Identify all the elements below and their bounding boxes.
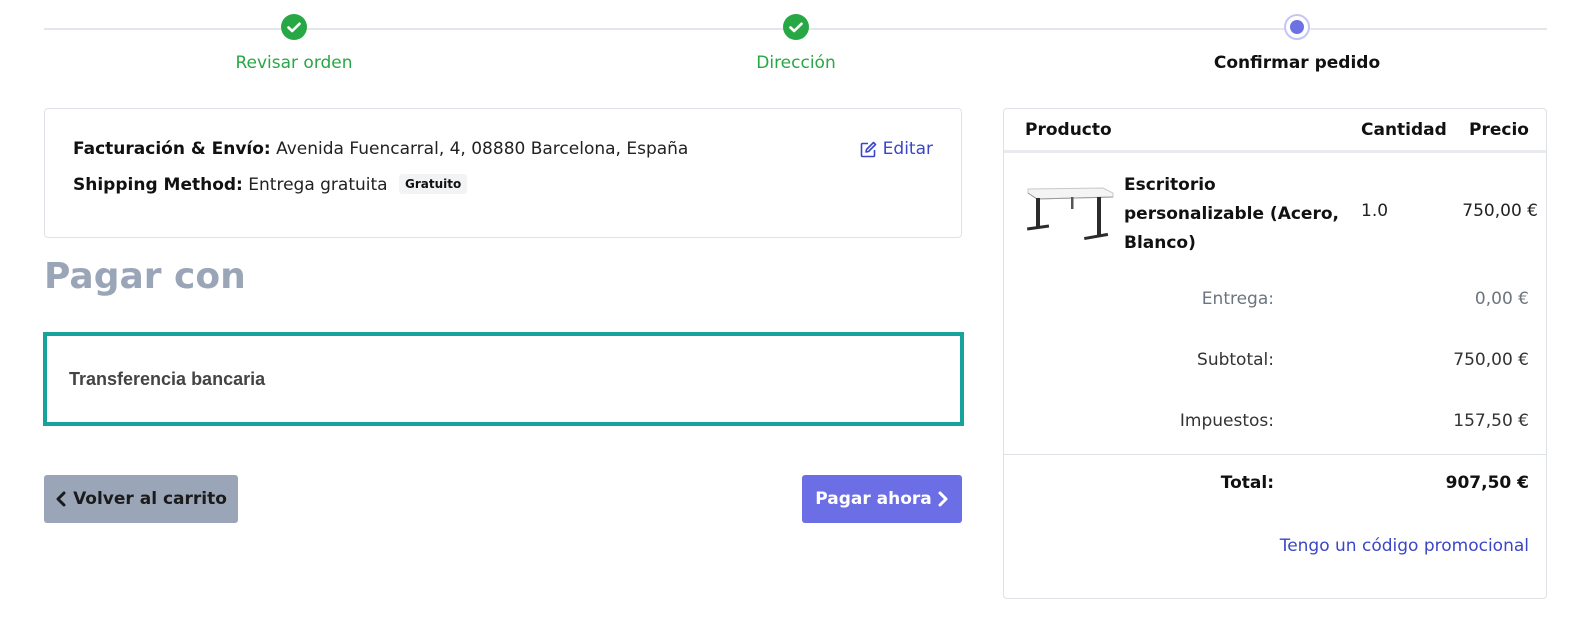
summary-header: Producto Cantidad Precio bbox=[1004, 109, 1546, 153]
header-price: Precio bbox=[1469, 120, 1529, 140]
shipping-price-badge: Gratuito bbox=[398, 174, 468, 194]
shipping-method-line: Shipping Method: Entrega gratuita Gratui… bbox=[73, 174, 468, 195]
order-summary: Producto Cantidad Precio Escritorio pers… bbox=[1003, 108, 1547, 599]
header-product: Producto bbox=[1025, 120, 1112, 140]
current-step-icon bbox=[1284, 14, 1310, 40]
header-quantity: Cantidad bbox=[1361, 120, 1447, 140]
step-review-order[interactable]: Revisar orden bbox=[144, 14, 444, 73]
pay-with-heading: Pagar con bbox=[44, 256, 246, 297]
edit-label: Editar bbox=[882, 139, 933, 159]
check-circle-icon bbox=[783, 14, 809, 40]
edit-icon bbox=[860, 141, 876, 157]
chevron-left-icon bbox=[56, 491, 66, 507]
product-name: Escritorio personalizable (Acero, Blanco… bbox=[1124, 175, 1339, 253]
step-address[interactable]: Dirección bbox=[646, 14, 946, 73]
subtotal-row: Subtotal: 750,00 € bbox=[1004, 350, 1546, 374]
taxes-row: Impuestos: 157,50 € bbox=[1004, 411, 1546, 435]
promo-code-link[interactable]: Tengo un código promocional bbox=[1280, 536, 1529, 556]
checkout-progress: Revisar orden Dirección Confirmar pedido bbox=[44, 0, 1547, 90]
edit-address-link[interactable]: Editar bbox=[860, 139, 933, 159]
payment-option-label: Transferencia bancaria bbox=[69, 369, 266, 389]
total-label: Total: bbox=[1220, 473, 1274, 493]
billing-label: Facturación & Envío: bbox=[73, 139, 271, 159]
step-label: Revisar orden bbox=[235, 53, 353, 73]
step-label: Dirección bbox=[756, 53, 836, 73]
pay-now-button[interactable]: Pagar ahora bbox=[802, 475, 962, 523]
payment-option-bank-transfer[interactable]: Transferencia bancaria bbox=[43, 332, 964, 426]
billing-shipping-line: Facturación & Envío: Avenida Fuencarral,… bbox=[73, 139, 688, 159]
back-to-cart-label: Volver al carrito bbox=[73, 489, 227, 509]
address-card: Facturación & Envío: Avenida Fuencarral,… bbox=[44, 108, 962, 238]
taxes-label: Impuestos: bbox=[1179, 411, 1274, 431]
check-circle-icon bbox=[281, 14, 307, 40]
shipping-method-label: Shipping Method: bbox=[73, 175, 243, 195]
shipping-method-value: Entrega gratuita bbox=[248, 175, 388, 195]
taxes-value: 157,50 € bbox=[1453, 411, 1529, 431]
subtotal-label: Subtotal: bbox=[1197, 350, 1274, 370]
delivery-label: Entrega: bbox=[1201, 289, 1274, 309]
product-quantity: 1.0 bbox=[1361, 201, 1389, 221]
step-label: Confirmar pedido bbox=[1213, 53, 1381, 73]
subtotal-value: 750,00 € bbox=[1453, 350, 1529, 370]
step-confirm-order: Confirmar pedido bbox=[1147, 14, 1447, 73]
total-value: 907,50 € bbox=[1445, 473, 1529, 493]
total-row: Total: 907,50 € bbox=[1004, 473, 1546, 497]
billing-address: Avenida Fuencarral, 4, 08880 Barcelona, … bbox=[276, 139, 689, 159]
chevron-right-icon bbox=[938, 491, 948, 507]
summary-divider bbox=[1004, 454, 1546, 455]
delivery-row: Entrega: 0,00 € bbox=[1004, 289, 1546, 313]
back-to-cart-button[interactable]: Volver al carrito bbox=[44, 475, 238, 523]
product-price: 750,00 € bbox=[1462, 201, 1538, 221]
pay-now-label: Pagar ahora bbox=[815, 489, 932, 509]
delivery-value: 0,00 € bbox=[1474, 289, 1529, 309]
product-image bbox=[1026, 187, 1114, 241]
